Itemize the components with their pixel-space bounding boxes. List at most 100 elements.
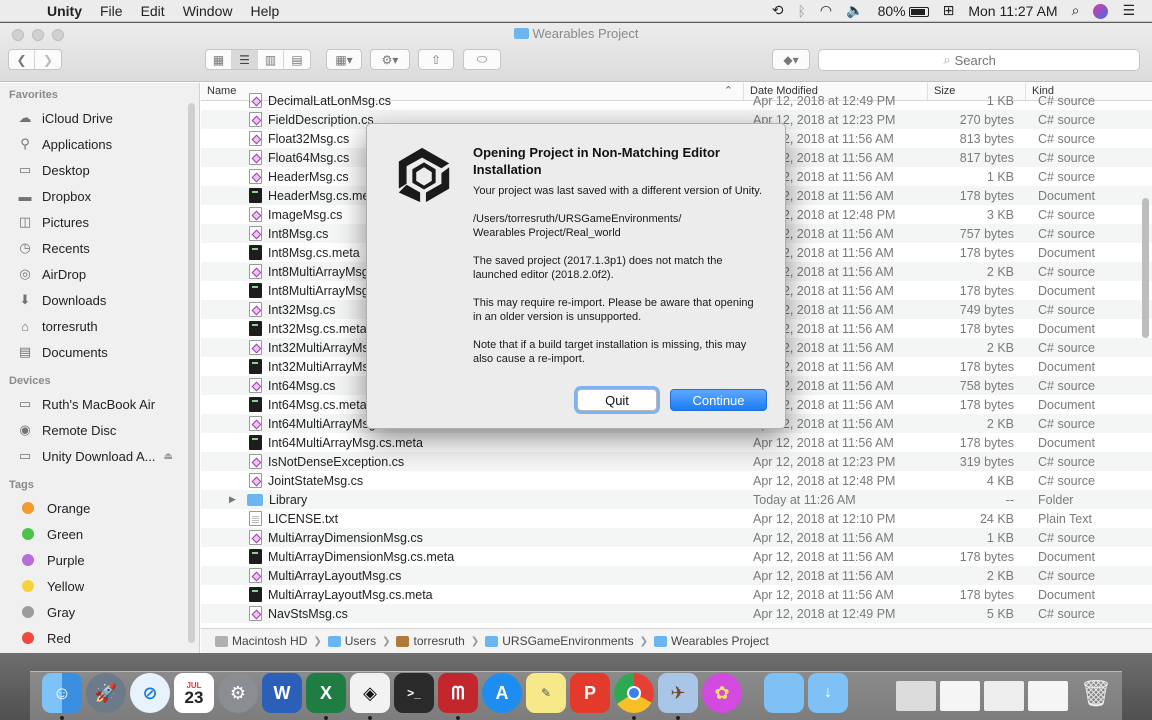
wifi-icon[interactable]: ◠ [813, 2, 839, 19]
acrobat-icon[interactable]: P [570, 673, 610, 713]
path-separator-icon: ❯ [639, 635, 649, 647]
menu-help[interactable]: Help [241, 3, 288, 19]
mendeley-icon[interactable]: ᗰ [438, 673, 478, 713]
file-row[interactable]: MultiArrayLayoutMsg.cs.meta Apr 12, 2018 … [201, 585, 1152, 604]
sidebar-tag-yellow[interactable]: Yellow [0, 573, 199, 599]
forward-button[interactable]: ❯ [35, 50, 61, 69]
file-size: 4 KB [986, 473, 1014, 488]
path-segment[interactable]: Macintosh HD [215, 634, 307, 648]
disclosure-triangle-icon[interactable]: ▶ [229, 494, 236, 505]
home-icon [396, 635, 410, 647]
file-row[interactable]: LICENSE.txt Apr 12, 2018 at 12:10 PM 24 KB… [201, 509, 1152, 528]
terminal-icon[interactable]: >_ [394, 673, 434, 713]
sidebar-item-dropbox[interactable]: ▬ Dropbox [0, 183, 199, 209]
clock[interactable]: Mon 11:27 AM [961, 3, 1064, 19]
path-segment[interactable]: Wearables Project [654, 634, 769, 648]
system-preferences-icon[interactable]: ⚙ [218, 673, 258, 713]
path-segment[interactable]: Users [327, 634, 376, 648]
sidebar-tag-red[interactable]: Red [0, 625, 199, 651]
menu-window[interactable]: Window [174, 3, 242, 19]
file-row[interactable]: MultiArrayDimensionMsg.cs.meta Apr 12, 20… [201, 547, 1152, 566]
stickies-icon[interactable]: ✎ [526, 673, 566, 713]
finder-icon[interactable]: ☺ [42, 673, 82, 713]
action-gear-icon[interactable]: ⚙▾ [370, 49, 410, 70]
launchpad-icon[interactable]: 🚀 [86, 673, 126, 713]
path-segment[interactable]: torresruth [396, 634, 465, 648]
trash-icon[interactable]: 🗑 [1076, 673, 1116, 713]
calendar-icon[interactable]: JUL 23 [174, 673, 214, 713]
downloads-stack-icon[interactable]: ↓ [808, 673, 848, 713]
menu-app-unity[interactable]: Unity [38, 3, 91, 19]
minimized-window-1[interactable] [896, 681, 936, 711]
sidebar-item-torresruth[interactable]: ⌂ torresruth [0, 313, 199, 339]
back-button[interactable]: ❮ [9, 50, 35, 69]
sidebar-item-documents[interactable]: ▤ Documents [0, 339, 199, 365]
sidebar-tag-purple[interactable]: Purple [0, 547, 199, 573]
input-menu-icon[interactable]: ⊞ [936, 2, 962, 19]
path-segment[interactable]: URSGameEnvironments [485, 634, 634, 648]
sidebar-device-1[interactable]: ◉ Remote Disc [0, 417, 199, 443]
siri-icon[interactable] [1086, 2, 1115, 19]
sidebar-item-downloads[interactable]: ⬇ Downloads [0, 287, 199, 313]
file-row[interactable]: MultiArrayLayoutMsg.cs Apr 12, 2018 at 11… [201, 566, 1152, 585]
file-row[interactable]: Int64MultiArrayMsg.cs.meta Apr 12, 2018 a… [201, 433, 1152, 452]
search-field[interactable]: ⌕ [818, 49, 1140, 71]
word-icon[interactable]: W [262, 673, 302, 713]
bluetooth-icon[interactable]: ᛒ [791, 3, 813, 19]
sidebar-item-desktop[interactable]: ▭ Desktop [0, 157, 199, 183]
list-view-icon[interactable]: ☰ [232, 50, 258, 69]
volume-icon[interactable]: 🔈 [839, 2, 870, 19]
excel-icon[interactable]: X [306, 673, 346, 713]
column-view-icon[interactable]: ▥ [258, 50, 284, 69]
minimized-window-4[interactable] [1028, 681, 1068, 711]
eject-icon[interactable]: ⏏ [163, 451, 172, 462]
sidebar-device-0[interactable]: ▭ Ruth's MacBook Air [0, 391, 199, 417]
tag-icon[interactable]: ⬭ [463, 49, 501, 70]
notification-center-icon[interactable]: ☰ [1115, 2, 1142, 19]
file-row[interactable]: JointStateMsg.cs Apr 12, 2018 at 12:48 PM… [201, 471, 1152, 490]
sidebar-tag-orange[interactable]: Orange [0, 495, 199, 521]
menu-file[interactable]: File [91, 3, 132, 19]
flower-app-icon[interactable]: ✿ [702, 673, 742, 713]
dropbox-icon[interactable]: ◆▾ [772, 49, 810, 70]
file-row[interactable]: NavStsMsg.cs Apr 12, 2018 at 12:49 PM 5 KB… [201, 604, 1152, 623]
safari-icon[interactable]: ⊘ [130, 673, 170, 713]
sidebar-item-label: Downloads [42, 292, 107, 308]
continue-button[interactable]: Continue [670, 389, 767, 411]
file-name: MultiArrayLayoutMsg.cs.meta [268, 587, 433, 602]
battery-icon[interactable] [908, 3, 936, 19]
list-scrollbar[interactable] [1142, 198, 1149, 338]
sidebar-item-pictures[interactable]: ◫ Pictures [0, 209, 199, 235]
icon-view-icon[interactable]: ▦ [206, 50, 232, 69]
search-input[interactable] [954, 52, 1015, 68]
sidebar-item-icloud-drive[interactable]: ☁ iCloud Drive [0, 105, 199, 131]
time-machine-icon[interactable]: ⟲ [765, 2, 791, 19]
sidebar-item-recents[interactable]: ◷ Recents [0, 235, 199, 261]
menu-edit[interactable]: Edit [132, 3, 174, 19]
share-icon[interactable]: ⇧ [418, 49, 454, 70]
battery-percent[interactable]: 80% [871, 3, 909, 19]
file-date: Today at 11:26 AM [753, 492, 856, 507]
preview-icon[interactable]: ✈ [658, 673, 698, 713]
sidebar-item-airdrop[interactable]: ◎ AirDrop [0, 261, 199, 287]
sidebar-scrollbar[interactable] [188, 103, 195, 643]
sidebar-item-label: iCloud Drive [42, 110, 113, 126]
file-row[interactable]: MultiArrayDimensionMsg.cs Apr 12, 2018 at… [201, 528, 1152, 547]
minimized-window-3[interactable] [984, 681, 1024, 711]
minimized-window-2[interactable] [940, 681, 980, 711]
arrange-button[interactable]: ▦▾ [326, 49, 362, 70]
gallery-view-icon[interactable]: ▤ [284, 50, 310, 69]
file-row[interactable]: ▶ Library Today at 11:26 AM -- Folder [201, 490, 1152, 509]
app-store-icon[interactable]: A [482, 673, 522, 713]
chrome-icon[interactable] [614, 673, 654, 713]
quit-button[interactable]: Quit [577, 389, 657, 411]
sidebar-device-2[interactable]: ▭ Unity Download A... ⏏ [0, 443, 199, 469]
folder-stack-icon[interactable] [764, 673, 804, 713]
unity-dock-icon[interactable]: ◈ [350, 673, 390, 713]
sidebar-tag-gray[interactable]: Gray [0, 599, 199, 625]
sidebar-item-applications[interactable]: ⚲ Applications [0, 131, 199, 157]
file-row[interactable]: IsNotDenseException.cs Apr 12, 2018 at 12… [201, 452, 1152, 471]
spotlight-icon[interactable]: ⌕ [1065, 2, 1087, 19]
file-row[interactable]: DecimalLatLonMsg.cs Apr 12, 2018 at 12:49… [201, 91, 1152, 110]
sidebar-tag-green[interactable]: Green [0, 521, 199, 547]
